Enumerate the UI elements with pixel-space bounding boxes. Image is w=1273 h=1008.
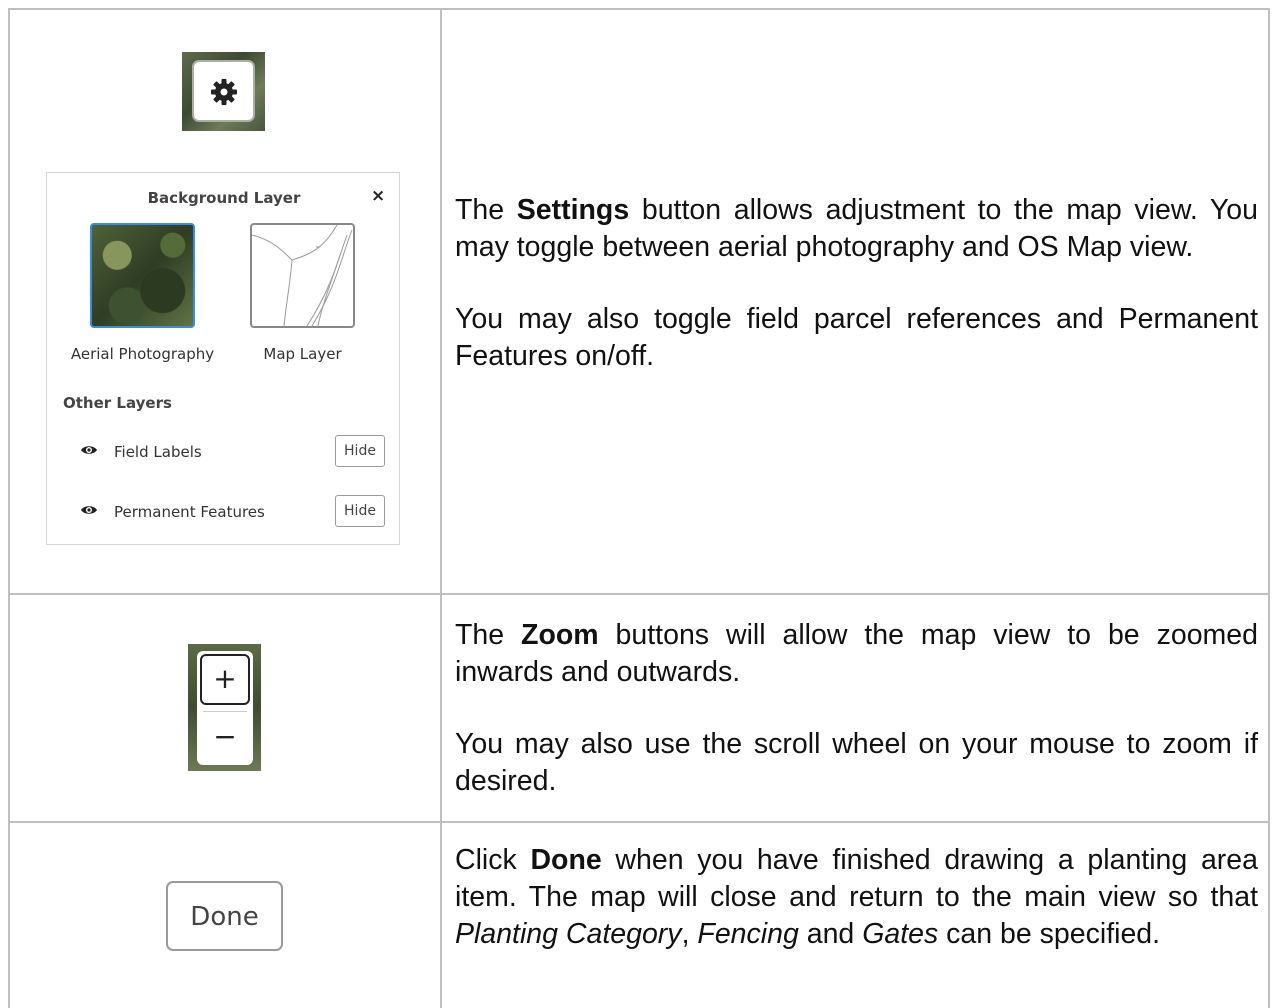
table-row-divider-2 [8, 821, 1270, 823]
settings-paragraph-1: The Settings button allows adjustment to… [455, 194, 1258, 263]
zoom-control: + − [197, 651, 253, 765]
zoom-description: The Zoom buttons will allow the map view… [455, 617, 1258, 800]
permanent-features-label: Permanent Features [114, 503, 265, 521]
zoom-term: Zoom [521, 619, 599, 651]
done-button[interactable]: Done [166, 881, 283, 951]
aerial-photography-label: Aerial Photography [70, 345, 215, 363]
zoom-divider [203, 711, 247, 712]
settings-paragraph-2: You may also toggle field parcel referen… [455, 303, 1258, 372]
settings-button[interactable] [192, 60, 255, 122]
layer-row-permanent-features: Permanent Features Hide [47, 495, 401, 529]
hide-field-labels-button[interactable]: Hide [335, 435, 385, 467]
hide-permanent-features-button[interactable]: Hide [335, 495, 385, 527]
map-sketch-graphic [252, 225, 353, 326]
gear-icon [211, 79, 237, 105]
map-layer-label: Map Layer [263, 345, 342, 363]
done-description: Click Done when you have finished drawin… [455, 842, 1258, 953]
eye-icon [81, 506, 97, 514]
other-layers-heading: Other Layers [63, 394, 172, 412]
zoom-out-button[interactable]: − [200, 713, 250, 761]
layer-settings-panel: Background Layer × Aerial Photography Ma… [46, 172, 400, 545]
close-icon[interactable]: × [371, 186, 385, 206]
zoom-controls-screenshot: + − [188, 644, 261, 771]
panel-title: Background Layer [147, 189, 301, 207]
table-column-divider [440, 8, 442, 1008]
map-layer-thumbnail[interactable] [250, 223, 355, 328]
layer-row-field-labels: Field Labels Hide [47, 435, 401, 469]
done-term: Done [530, 844, 602, 876]
zoom-paragraph-1: The Zoom buttons will allow the map view… [455, 619, 1258, 688]
instruction-table: Background Layer × Aerial Photography Ma… [8, 8, 1270, 1008]
zoom-in-button[interactable]: + [200, 654, 250, 705]
table-border-left [8, 8, 10, 1008]
table-row-divider-1 [8, 593, 1270, 595]
settings-button-screenshot [182, 52, 265, 131]
settings-term: Settings [516, 194, 630, 226]
table-border-top [8, 8, 1270, 10]
zoom-paragraph-2: You may also use the scroll wheel on you… [455, 728, 1258, 797]
eye-icon [81, 446, 97, 454]
field-labels-label: Field Labels [114, 443, 202, 461]
aerial-photography-thumbnail[interactable] [90, 223, 195, 328]
done-paragraph: Click Done when you have finished drawin… [455, 844, 1258, 950]
table-border-right [1268, 8, 1270, 1008]
settings-description: The Settings button allows adjustment to… [455, 192, 1258, 375]
